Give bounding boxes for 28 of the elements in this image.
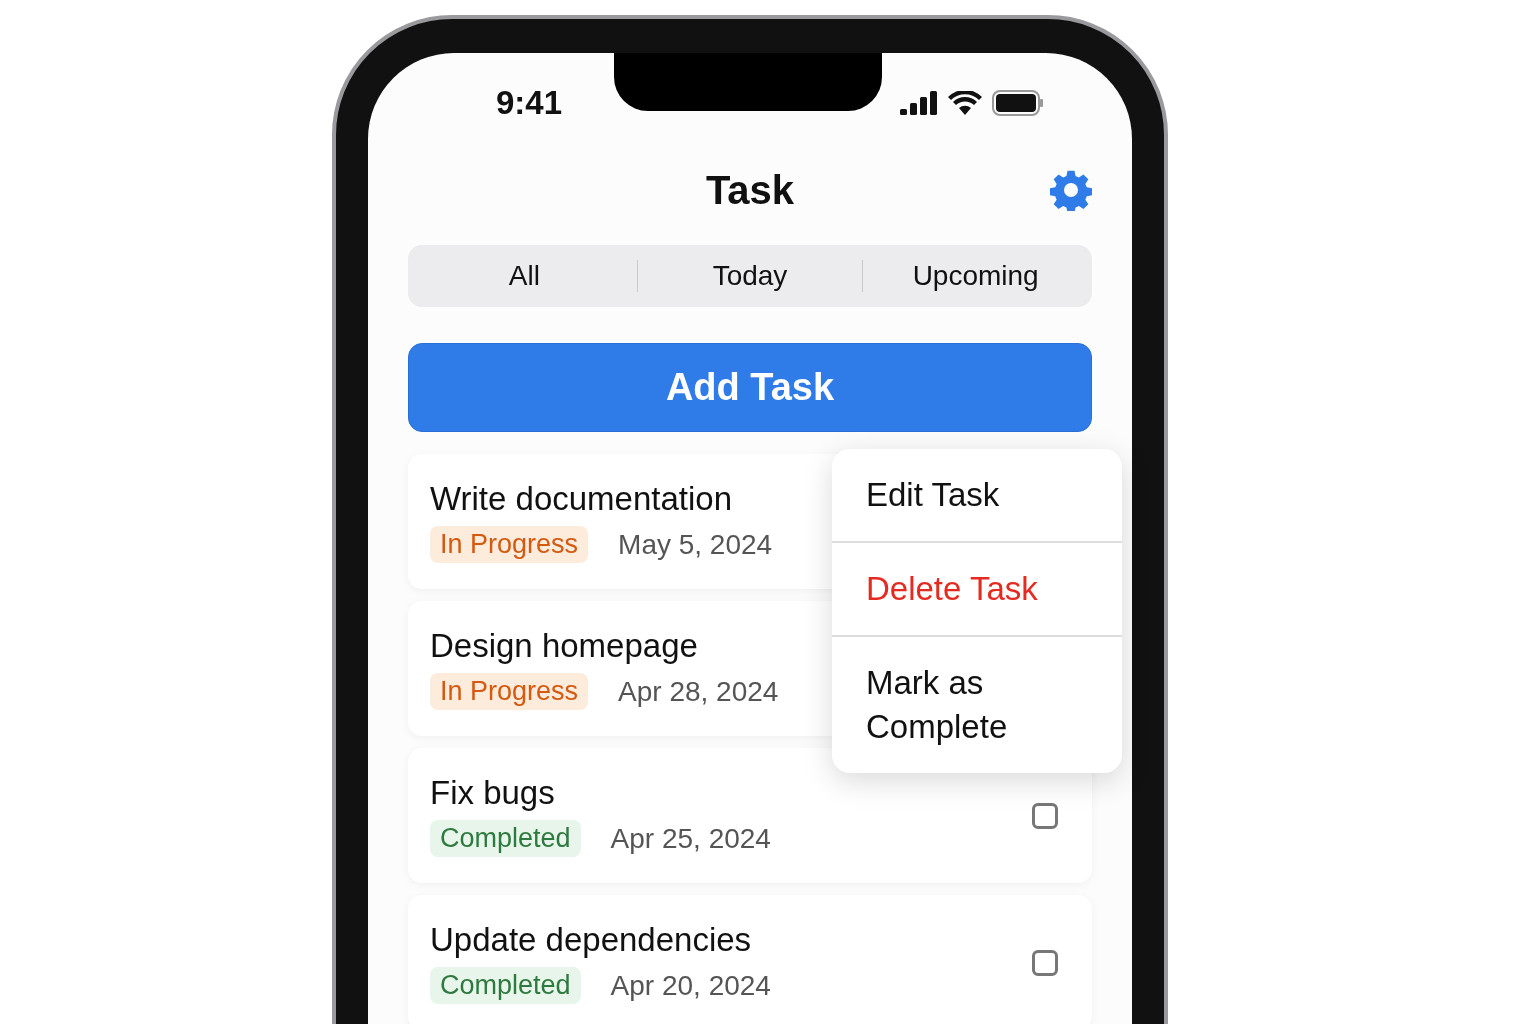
status-badge: Completed [430, 967, 581, 1004]
task-date: Apr 28, 2024 [618, 675, 779, 708]
task-checkbox[interactable] [1032, 949, 1058, 976]
wifi-icon [948, 91, 982, 115]
signal-icon [900, 91, 938, 115]
task-title: Design homepage [430, 627, 698, 665]
status-badge: In Progress [430, 673, 589, 710]
menu-item[interactable]: Mark as Complete [832, 635, 1122, 773]
task-date: Apr 25, 2024 [610, 822, 771, 855]
task-checkbox[interactable] [1032, 802, 1058, 829]
filter-tab[interactable]: Upcoming [863, 249, 1088, 303]
task-card[interactable]: Update dependencies Completed Apr 20, 2024 [408, 895, 1092, 1024]
task-title: Write documentation [430, 480, 733, 518]
menu-item[interactable]: Delete Task [832, 541, 1122, 635]
task-title: Fix bugs [430, 774, 555, 812]
task-date: Apr 20, 2024 [610, 969, 771, 1002]
battery-icon [992, 90, 1044, 116]
status-badge: Completed [430, 820, 581, 857]
status-time: 9:41 [496, 84, 563, 122]
task-card[interactable]: Fix bugs Completed Apr 25, 2024 [408, 748, 1092, 883]
task-date: May 5, 2024 [618, 528, 773, 561]
filter-tab[interactable]: All [412, 249, 637, 303]
settings-icon[interactable] [1050, 169, 1092, 211]
add-task-button[interactable]: Add Task [408, 343, 1092, 432]
filter-tab[interactable]: Today [637, 249, 863, 303]
status-badge: In Progress [430, 526, 589, 563]
screen-title: Task [705, 167, 795, 213]
task-title: Update dependencies [430, 921, 752, 959]
